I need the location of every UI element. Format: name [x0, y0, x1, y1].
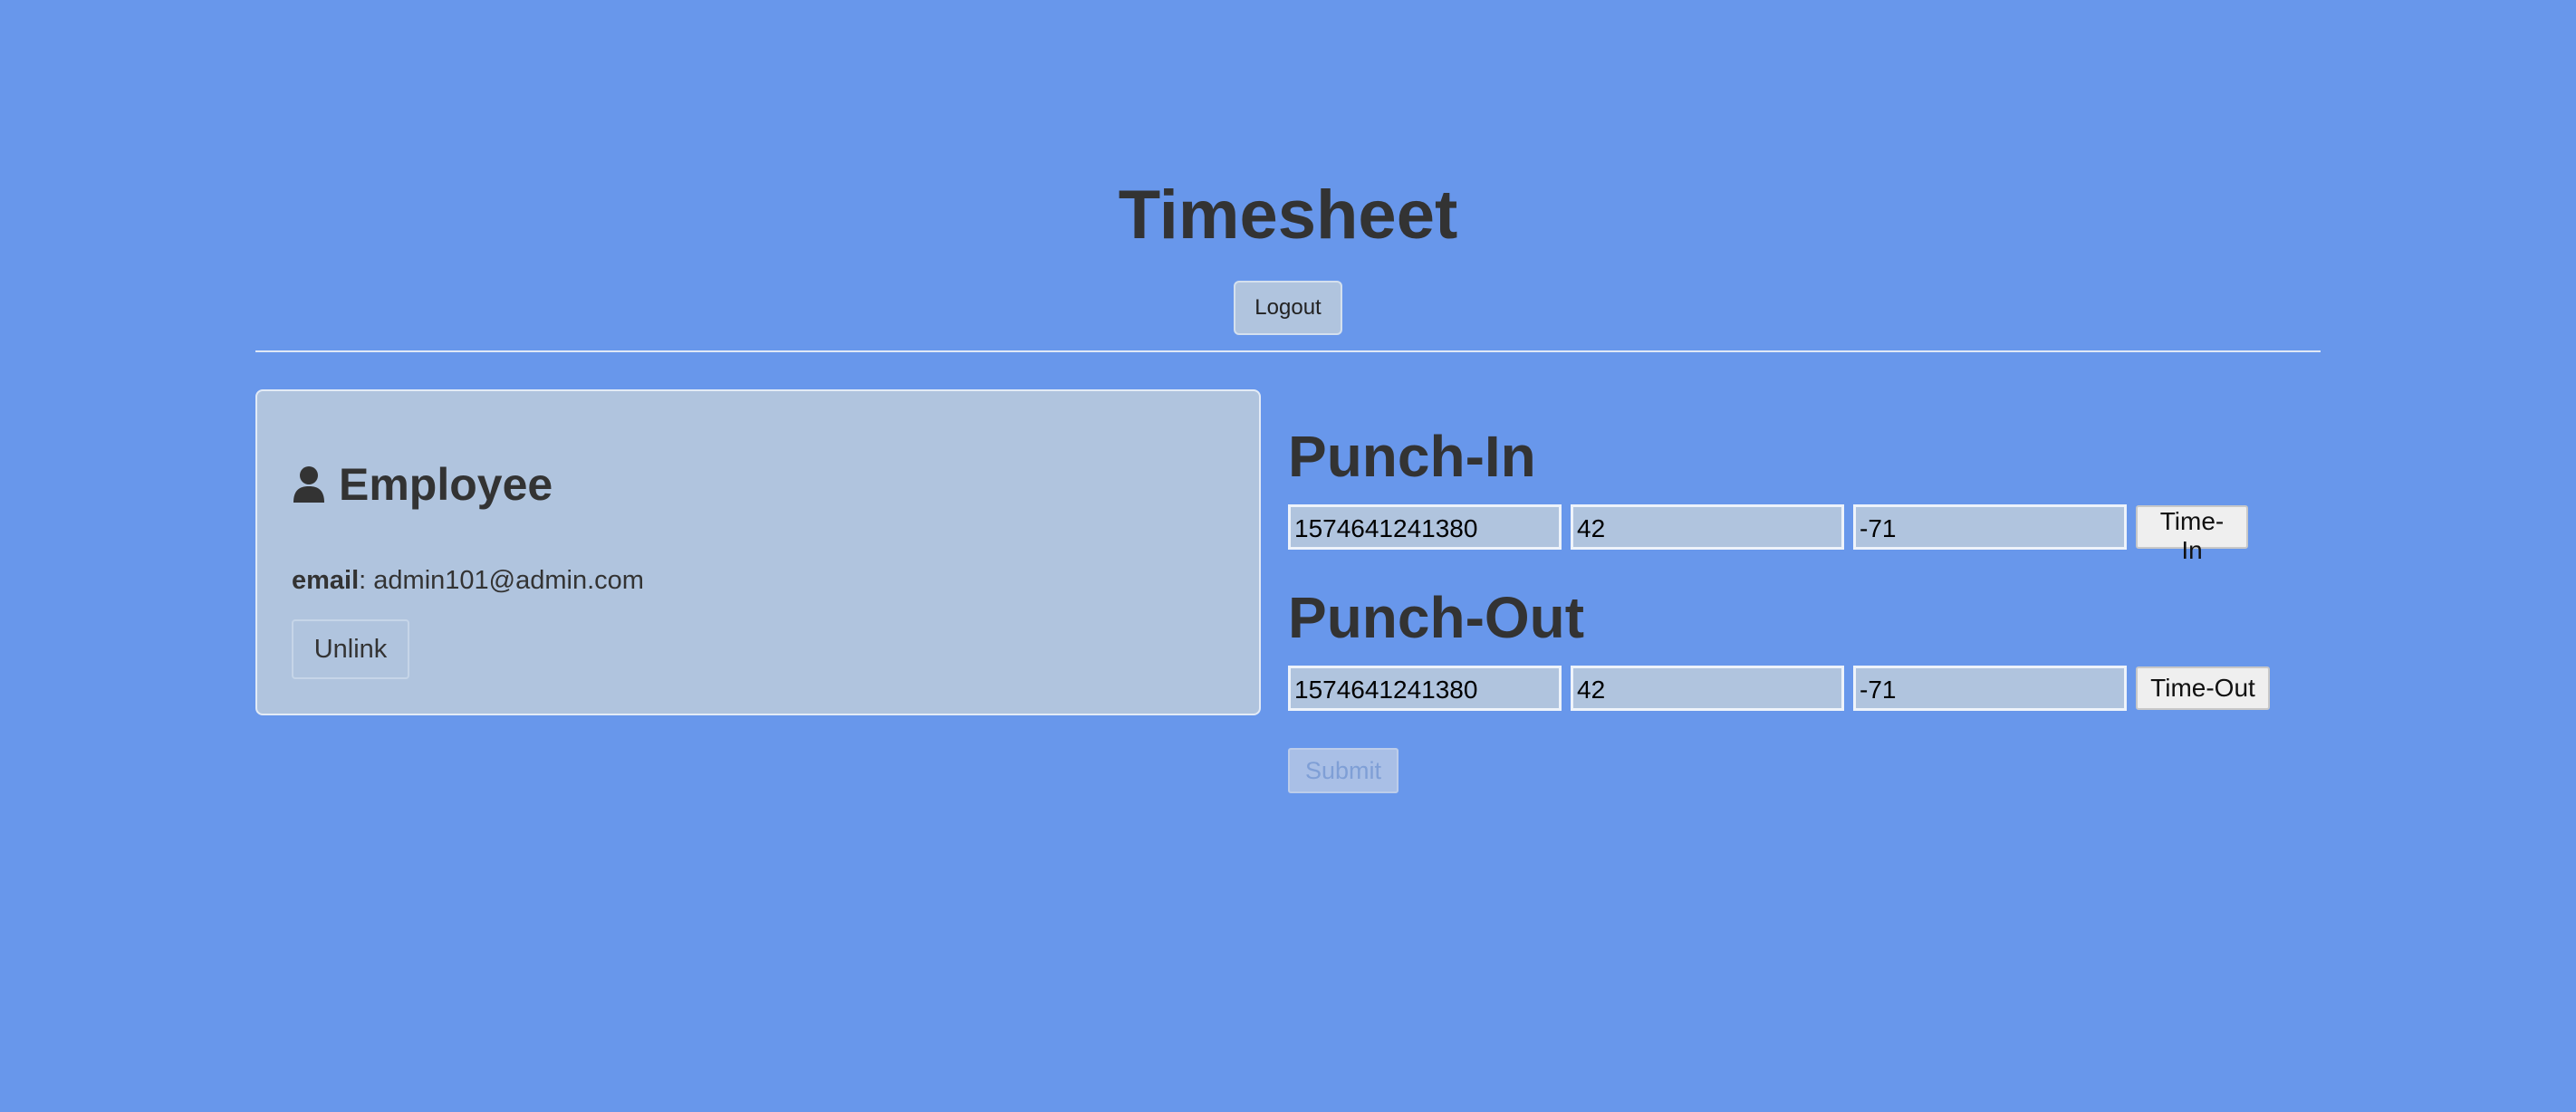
- email-label: email: [292, 566, 360, 595]
- logout-button[interactable]: Logout: [1234, 281, 1342, 335]
- punch-in-timestamp-input[interactable]: [1288, 504, 1562, 550]
- punch-in-latitude-input[interactable]: [1571, 504, 1844, 550]
- email-value: admin101@admin.com: [373, 566, 644, 595]
- email-separator: :: [359, 566, 367, 595]
- employee-card: Employee email: admin101@admin.com Unlin…: [255, 389, 1261, 715]
- employee-heading: Employee: [292, 462, 553, 507]
- timesheet-page: Timesheet Logout Employee email: admin10…: [0, 0, 2576, 1112]
- punch-in-title: Punch-In: [1288, 424, 1536, 489]
- time-in-button[interactable]: Time-In: [2136, 505, 2248, 564]
- email-line: email: admin101@admin.com: [292, 568, 644, 594]
- header-divider: [255, 350, 2321, 352]
- punch-out-timestamp-input[interactable]: [1288, 666, 1562, 711]
- page-title: Timesheet: [1118, 177, 1458, 254]
- punch-out-title: Punch-Out: [1288, 585, 1585, 650]
- submit-button[interactable]: Submit: [1288, 748, 1399, 793]
- punch-out-longitude-input[interactable]: [1853, 666, 2127, 711]
- punch-out-latitude-input[interactable]: [1571, 666, 1844, 711]
- employee-heading-label: Employee: [339, 459, 553, 510]
- user-icon: [293, 466, 324, 503]
- punch-in-longitude-input[interactable]: [1853, 504, 2127, 550]
- time-out-button[interactable]: Time-Out: [2136, 666, 2270, 710]
- unlink-button[interactable]: Unlink: [292, 619, 409, 679]
